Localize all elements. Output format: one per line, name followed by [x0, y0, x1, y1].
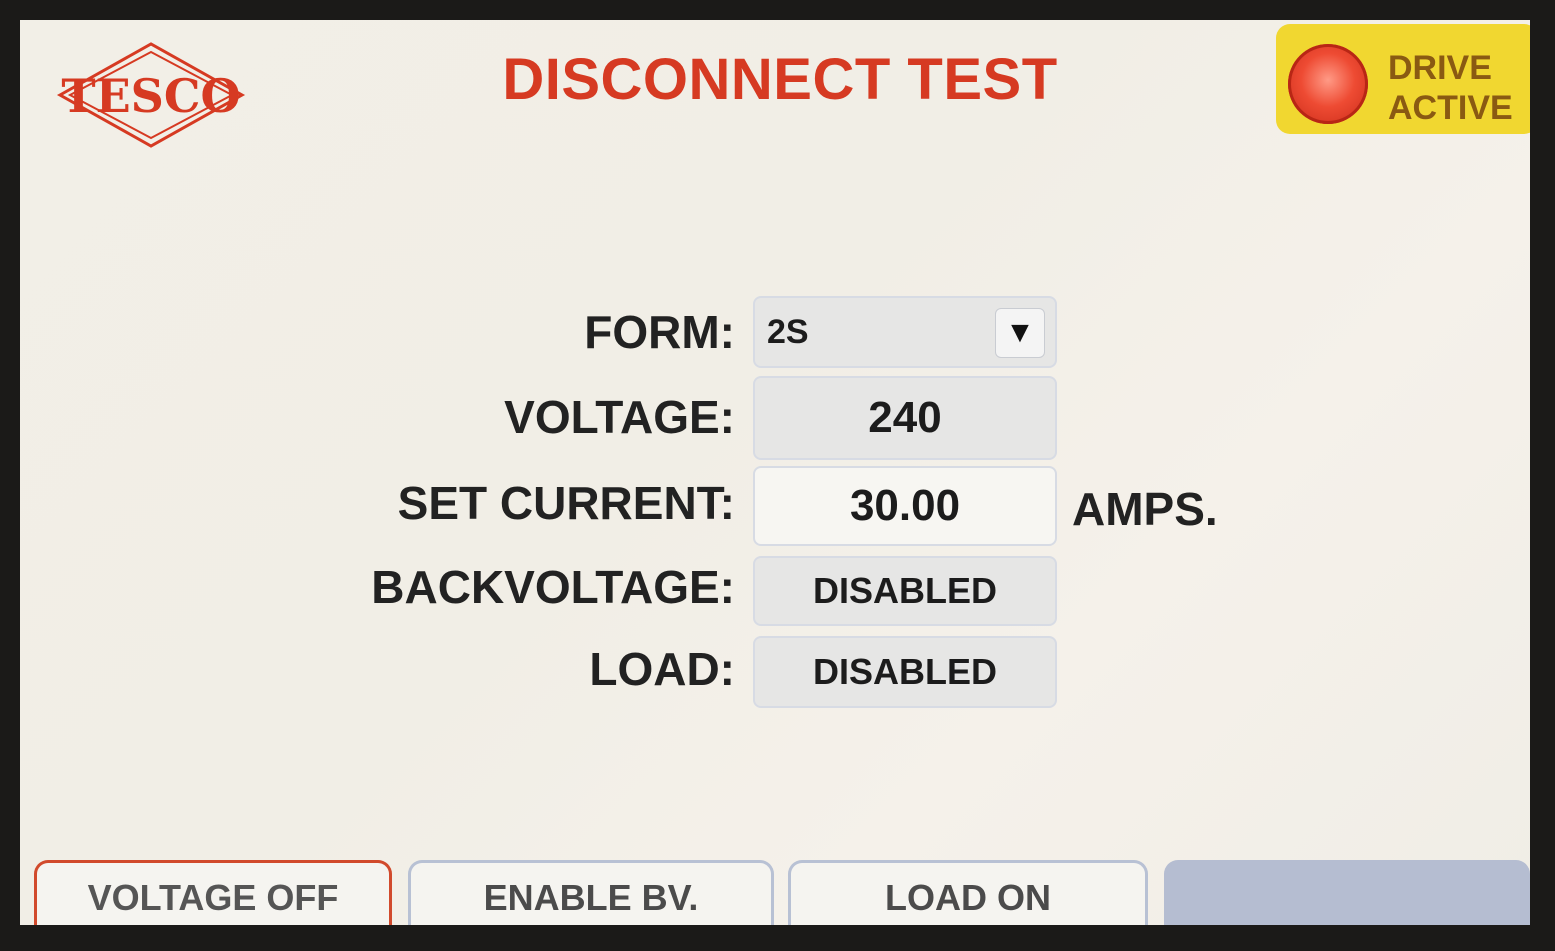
drive-status-text: DRIVE ACTIVE — [1388, 48, 1513, 128]
set-current-value: 30.00 — [849, 481, 961, 530]
form-label: FORM: — [584, 306, 735, 358]
backvoltage-value: DISABLED — [812, 570, 997, 611]
chevron-down-icon[interactable]: ▼ — [995, 308, 1045, 358]
status-light-icon — [1288, 44, 1368, 124]
form-select[interactable]: 2S ▼ — [753, 296, 1057, 368]
voltage-field[interactable]: 240 — [753, 376, 1057, 460]
drive-status-line2: ACTIVE — [1388, 89, 1513, 127]
load-label: LOAD: — [589, 643, 735, 695]
drive-status-indicator: DRIVE ACTIVE — [1276, 24, 1530, 134]
backvoltage-label: BACKVOLTAGE: — [371, 561, 735, 613]
page-title: DISCONNECT TEST — [502, 47, 1058, 112]
current-units: AMPS. — [1072, 483, 1218, 535]
voltage-label: VOLTAGE: — [504, 391, 735, 443]
backvoltage-field: DISABLED — [753, 556, 1057, 626]
set-current-field[interactable]: 30.00 — [753, 466, 1057, 546]
voltage-value: 240 — [868, 393, 942, 442]
blank-button[interactable] — [1164, 860, 1530, 925]
logo-text: TESCO — [61, 69, 240, 123]
set-current-label: SET CURRENT: — [397, 477, 735, 529]
voltage-off-button[interactable]: VOLTAGE OFF — [34, 860, 392, 925]
enable-bv-button[interactable]: ENABLE BV. — [408, 860, 774, 925]
device-screen: TESCO DISCONNECT TEST DRIVE ACTIVE FORM:… — [20, 20, 1530, 925]
load-value: DISABLED — [812, 651, 997, 692]
tesco-logo: TESCO — [56, 40, 246, 150]
load-on-button[interactable]: LOAD ON — [788, 860, 1148, 925]
drive-status-line1: DRIVE — [1388, 49, 1492, 87]
form-select-value: 2S — [767, 312, 809, 351]
load-field: DISABLED — [753, 636, 1057, 708]
